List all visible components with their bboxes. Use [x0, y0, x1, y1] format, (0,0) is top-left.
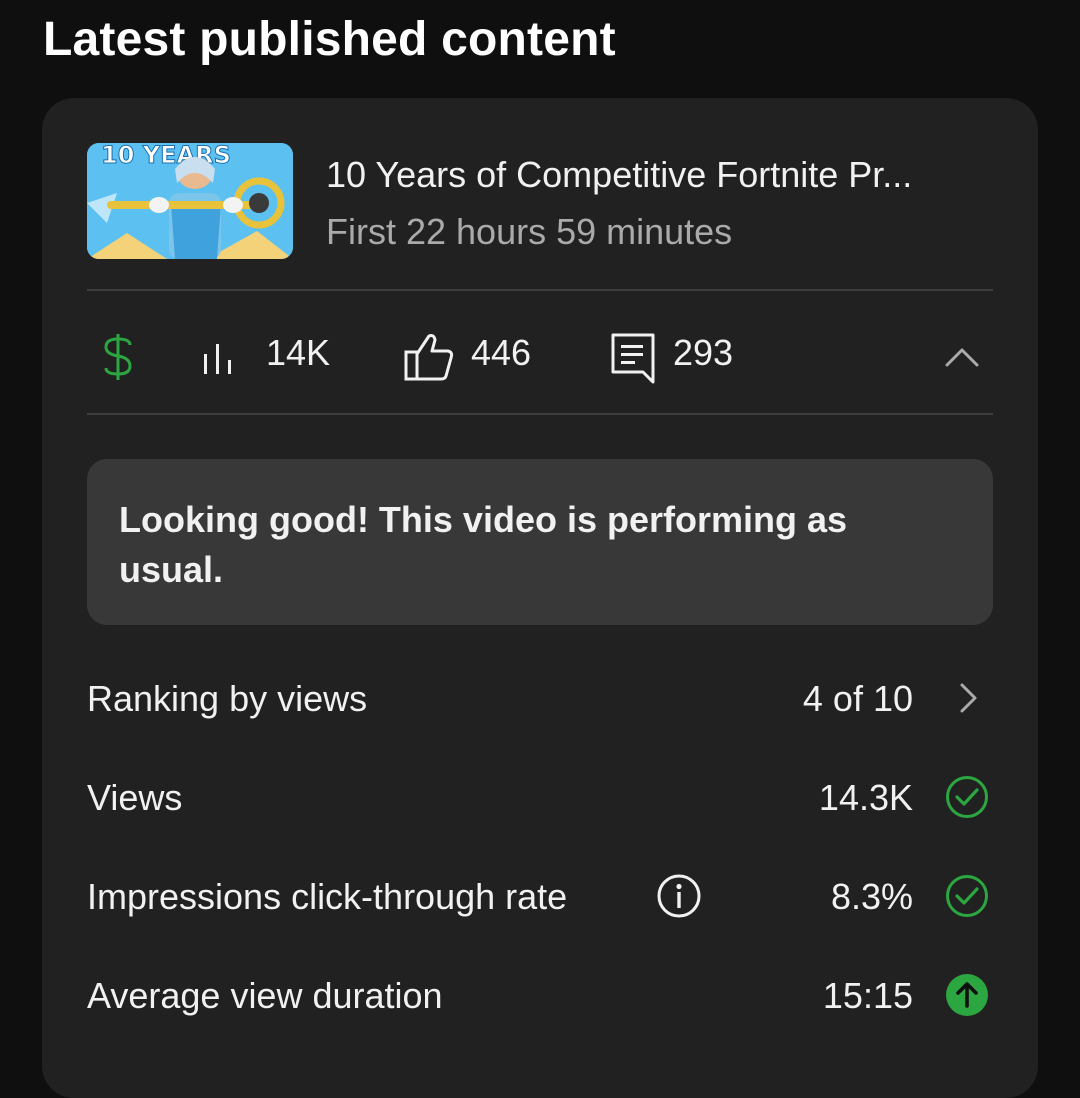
video-age: First 22 hours 59 minutes	[326, 211, 733, 252]
chevron-up-icon[interactable]	[944, 346, 980, 368]
metric-label: Ranking by views	[87, 678, 368, 719]
divider	[87, 413, 993, 415]
metric-row-avg-duration: Average view duration 15:15	[87, 965, 993, 1025]
metric-label: Views	[87, 777, 183, 818]
comment-icon[interactable]	[610, 332, 656, 384]
metric-label: Impressions click-through rate	[87, 876, 568, 917]
check-circle-icon	[946, 875, 988, 917]
thumbs-up-icon[interactable]	[403, 332, 455, 382]
video-title[interactable]: 10 Years of Competitive Fortnite Pr...	[326, 154, 912, 196]
metric-label: Average view duration	[87, 975, 443, 1016]
metric-value: 4 of 10	[802, 678, 913, 719]
check-circle-icon	[946, 776, 988, 818]
latest-content-card: 10 YEARS 10 Years of Competitive Fortnit…	[42, 98, 1038, 1098]
chevron-right-icon[interactable]	[945, 676, 989, 720]
section-title: Latest published content	[43, 13, 616, 66]
bar-chart-icon	[204, 344, 231, 374]
metric-value: 8.3%	[830, 876, 913, 917]
dollar-icon	[104, 334, 132, 380]
video-thumbnail[interactable]: 10 YEARS	[87, 143, 293, 259]
thumbnail-image: 10 YEARS	[87, 143, 293, 259]
views-count: 14K	[266, 332, 331, 373]
metric-row-views: Views 14.3K	[87, 767, 993, 827]
metric-row-ranking[interactable]: Ranking by views 4 of 10	[87, 668, 993, 728]
notice-text: Looking good! This video is performing a…	[119, 499, 848, 590]
likes-count: 446	[471, 332, 532, 373]
performance-notice: Looking good! This video is performing a…	[87, 459, 993, 625]
divider	[87, 289, 993, 291]
metric-row-ctr: Impressions click-through rate 8.3%	[87, 866, 993, 926]
metric-value: 15:15	[822, 975, 913, 1016]
metric-value: 14.3K	[818, 777, 913, 818]
info-icon[interactable]	[656, 873, 702, 919]
comments-count: 293	[673, 332, 734, 373]
arrow-up-circle-icon	[946, 974, 988, 1016]
stats-row: 14K 446 293	[87, 292, 993, 414]
